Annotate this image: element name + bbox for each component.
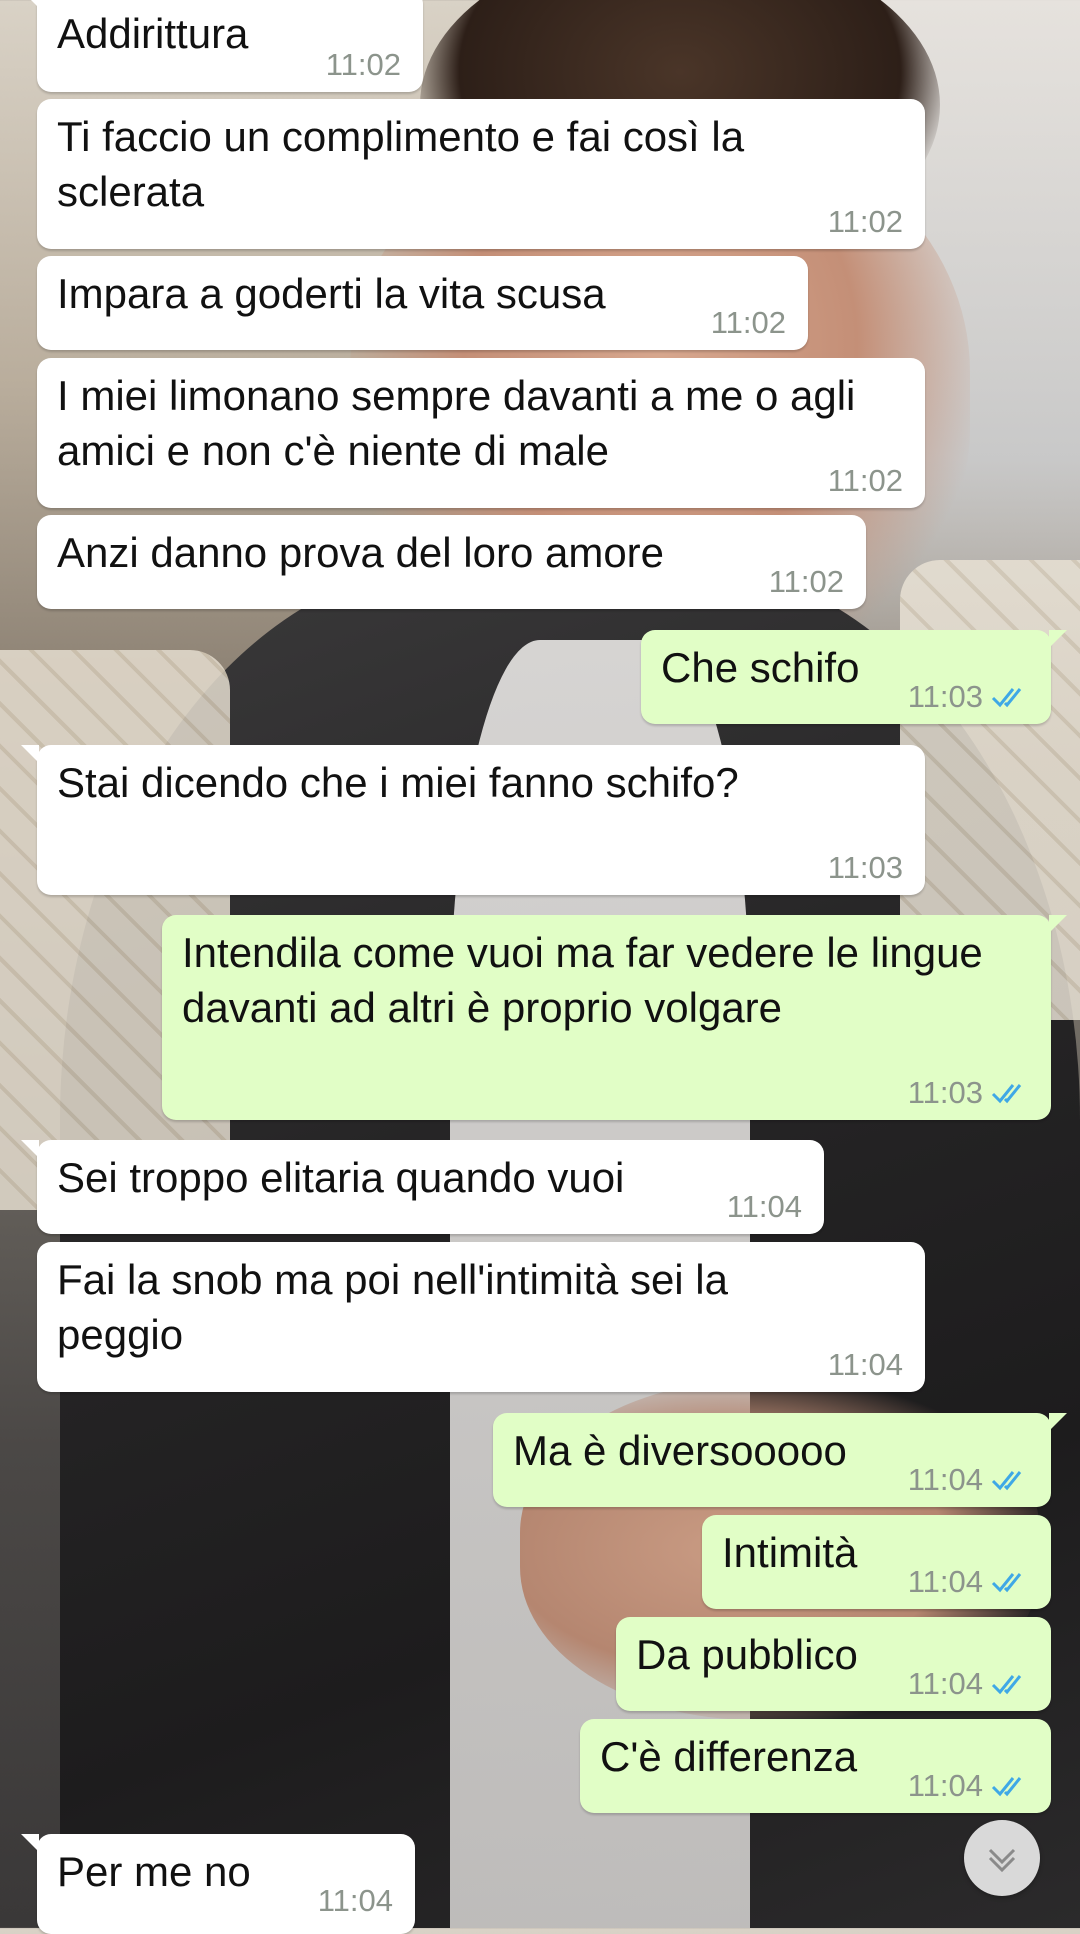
message-incoming[interactable]: Stai dicendo che i miei fanno schifo? 11…: [21, 745, 925, 895]
double-check-icon: [991, 1572, 1022, 1592]
message-meta: 11:03: [908, 681, 1029, 712]
message-time: 11:03: [827, 850, 903, 885]
message-outgoing[interactable]: C'è differenza 11:04: [580, 1719, 1051, 1813]
message-time: 11:04: [907, 1768, 983, 1803]
message-text: Intendila come vuoi ma far vedere le lin…: [182, 929, 995, 1031]
message-text: Anzi danno prova del loro amore: [57, 529, 665, 576]
message-meta: 11:04: [908, 1464, 1029, 1495]
double-check-icon: [991, 1470, 1022, 1490]
message-text: Sei troppo elitaria quando vuoi: [57, 1154, 625, 1201]
message-time: 11:03: [907, 679, 983, 714]
message-incoming[interactable]: I miei limonano sempre davanti a me o ag…: [37, 358, 925, 508]
message-outgoing[interactable]: Intendila come vuoi ma far vedere le lin…: [162, 915, 1067, 1120]
message-text: Fai la snob ma poi nell'intimità sei la …: [57, 1256, 740, 1358]
message-time: 11:02: [710, 305, 786, 340]
message-time: 11:04: [726, 1189, 802, 1224]
message-incoming[interactable]: Anzi danno prova del loro amore 11:02: [37, 515, 866, 609]
message-meta: 11:04: [908, 1668, 1029, 1699]
chevron-down-icon: [988, 1848, 1016, 1873]
message-time: 11:04: [317, 1883, 393, 1918]
double-check-icon: [991, 687, 1022, 707]
message-list[interactable]: Addirittura 11:02 Ti faccio un complimen…: [0, 0, 1080, 1934]
message-outgoing[interactable]: Da pubblico 11:04: [616, 1617, 1051, 1711]
message-outgoing[interactable]: Intimità 11:04: [702, 1515, 1051, 1609]
message-time: 11:04: [907, 1564, 983, 1599]
message-incoming[interactable]: Addirittura 11:02: [21, 0, 423, 92]
message-outgoing[interactable]: Che schifo 11:03: [641, 630, 1067, 724]
message-text: Ti faccio un complimento e fai così la s…: [57, 113, 756, 215]
message-time: 11:02: [827, 463, 903, 498]
message-text: Impara a goderti la vita scusa: [57, 270, 606, 317]
message-meta: 11:03: [908, 1077, 1029, 1108]
message-incoming[interactable]: Sei troppo elitaria quando vuoi 11:04: [21, 1140, 824, 1234]
message-time: 11:04: [907, 1666, 983, 1701]
message-meta: 11:04: [908, 1566, 1029, 1597]
double-check-icon: [991, 1083, 1022, 1103]
message-incoming[interactable]: Impara a goderti la vita scusa 11:02: [37, 256, 808, 350]
message-incoming[interactable]: Per me no 11:04: [21, 1834, 415, 1934]
double-check-icon: [991, 1674, 1022, 1694]
message-time: 11:04: [907, 1462, 983, 1497]
message-text: I miei limonano sempre davanti a me o ag…: [57, 372, 868, 474]
message-time: 11:02: [325, 47, 401, 82]
message-incoming[interactable]: Ti faccio un complimento e fai così la s…: [37, 99, 925, 249]
message-time: 11:04: [827, 1347, 903, 1382]
message-time: 11:02: [827, 204, 903, 239]
message-meta: 11:04: [908, 1770, 1029, 1801]
message-time: 11:03: [907, 1075, 983, 1110]
message-time: 11:02: [768, 564, 844, 599]
scroll-to-bottom-button[interactable]: [964, 1820, 1040, 1896]
message-text: Stai dicendo che i miei fanno schifo?: [57, 759, 739, 806]
message-incoming[interactable]: Fai la snob ma poi nell'intimità sei la …: [37, 1242, 925, 1392]
double-check-icon: [991, 1776, 1022, 1796]
message-outgoing[interactable]: Ma è diversooooo 11:04: [493, 1413, 1067, 1507]
